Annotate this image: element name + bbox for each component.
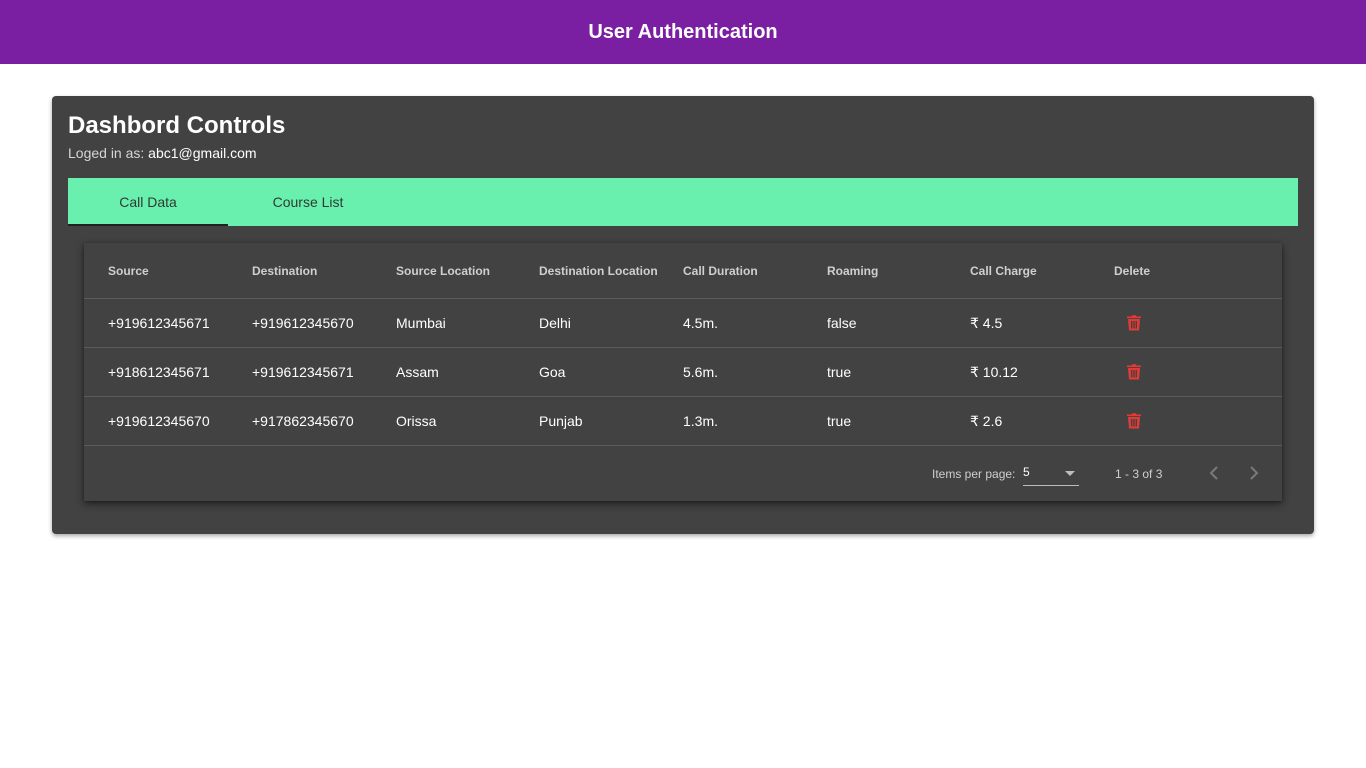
cell-call-charge: ₹ 10.12 (970, 363, 1018, 380)
chevron-left-icon (1209, 466, 1218, 480)
call-data-table: Source Destination Source Location Desti… (84, 243, 1282, 501)
delete-button[interactable] (1122, 362, 1146, 382)
card-title: Dashbord Controls (68, 112, 286, 139)
cell-call-charge: ₹ 2.6 (970, 412, 1003, 429)
app-toolbar: User Authentication (0, 0, 1366, 64)
paginator: Items per page: 5 1 - 3 of 3 (84, 446, 1282, 501)
tab-bar: Call Data Course List (68, 178, 1298, 226)
column-header-delete: Delete (1114, 263, 1151, 278)
tab-call-data-label: Call Data (119, 194, 177, 210)
column-header-destination-location[interactable]: Destination Location (539, 243, 658, 298)
dashboard-card: Dashbord Controls Loged in as: abc1@gmai… (52, 96, 1314, 534)
trash-icon (1127, 364, 1141, 380)
cell-destination-location: Punjab (539, 413, 583, 429)
cell-source-location: Mumbai (396, 315, 446, 331)
trash-icon (1127, 315, 1141, 331)
cell-roaming: true (827, 364, 852, 380)
cell-roaming: true (827, 413, 852, 429)
tab-course-list-label: Course List (272, 194, 344, 210)
cell-destination: +917862345670 (252, 413, 354, 429)
page-size-select[interactable]: 5 (1023, 463, 1079, 486)
active-tab-indicator (68, 224, 228, 226)
cell-roaming: false (827, 315, 857, 331)
card-subtitle: Loged in as: abc1@gmail.com (68, 145, 257, 161)
page-range-label: 1 - 3 of 3 (1115, 466, 1163, 481)
cell-call-duration: 1.3m. (683, 413, 719, 429)
cell-call-duration: 4.5m. (683, 315, 719, 331)
user-email: abc1@gmail.com (148, 145, 257, 161)
items-per-page-label: Items per page: (932, 466, 1016, 481)
logged-in-label: Loged in as: (68, 145, 149, 161)
table-row: +919612345670 +917862345670 Orissa Punja… (84, 397, 1282, 446)
delete-button[interactable] (1122, 313, 1146, 333)
column-header-destination[interactable]: Destination (252, 243, 317, 298)
dropdown-arrow-icon (1065, 471, 1075, 476)
delete-button[interactable] (1122, 411, 1146, 431)
trash-icon (1127, 413, 1141, 429)
cell-call-charge: ₹ 4.5 (970, 314, 1003, 331)
cell-destination-location: Goa (539, 364, 566, 380)
previous-page-button[interactable] (1202, 461, 1226, 485)
cell-call-duration: 5.6m. (683, 364, 719, 380)
column-header-call-charge[interactable]: Call Charge (970, 243, 1037, 298)
cell-source: +919612345671 (108, 315, 210, 331)
app-title: User Authentication (588, 20, 778, 43)
table-row: +919612345671 +919612345670 Mumbai Delhi… (84, 299, 1282, 348)
cell-source: +918612345671 (108, 364, 210, 380)
cell-destination: +919612345670 (252, 315, 354, 331)
column-header-roaming[interactable]: Roaming (827, 243, 878, 298)
tab-call-data[interactable]: Call Data (68, 178, 228, 226)
chevron-right-icon (1250, 466, 1259, 480)
page-size-value: 5 (1023, 465, 1030, 479)
cell-source: +919612345670 (108, 413, 210, 429)
column-header-source[interactable]: Source (108, 243, 149, 298)
tab-course-list[interactable]: Course List (228, 178, 388, 226)
table-row: +918612345671 +919612345671 Assam Goa 5.… (84, 348, 1282, 397)
table-header-row: Source Destination Source Location Desti… (84, 243, 1282, 299)
column-header-call-duration[interactable]: Call Duration (683, 243, 758, 298)
next-page-button[interactable] (1242, 461, 1266, 485)
cell-source-location: Assam (396, 364, 439, 380)
cell-source-location: Orissa (396, 413, 437, 429)
column-header-source-location[interactable]: Source Location (396, 243, 490, 298)
cell-destination-location: Delhi (539, 315, 571, 331)
cell-destination: +919612345671 (252, 364, 354, 380)
